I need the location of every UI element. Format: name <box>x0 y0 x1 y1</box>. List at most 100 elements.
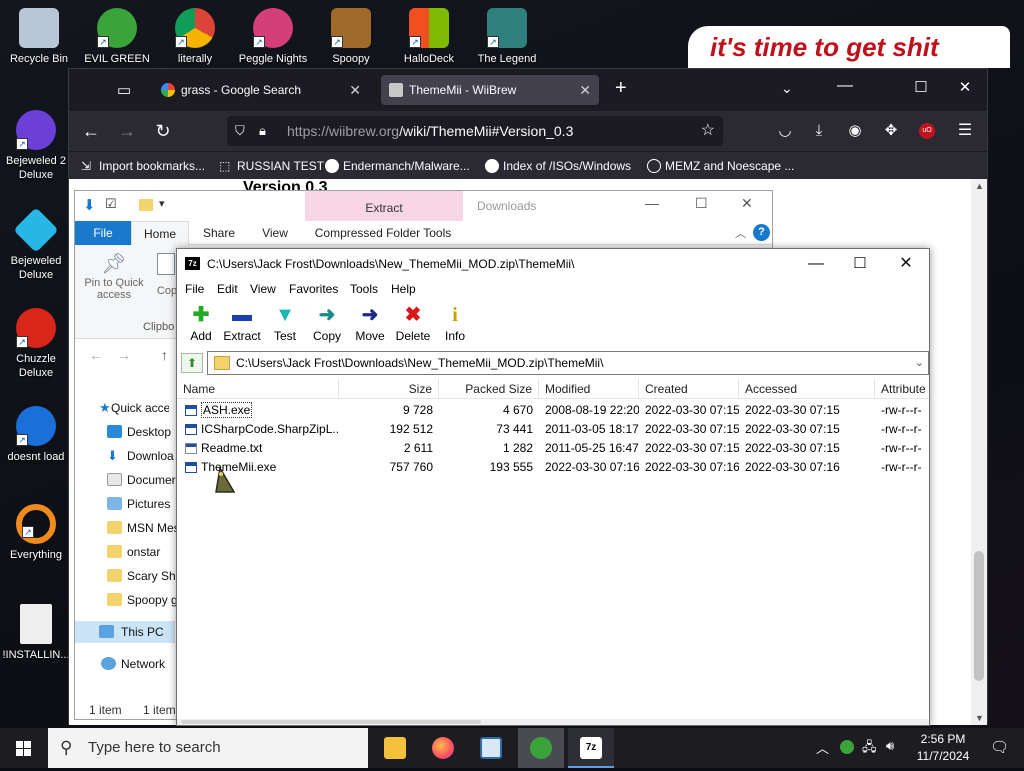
taskbar-search-box[interactable]: ⚲ Type here to search <box>48 728 368 768</box>
ublock-icon[interactable]: uO <box>919 123 935 139</box>
file-row[interactable]: ASH.exe 9 728 4 670 2008-08-19 22:20 202… <box>177 401 929 420</box>
desktop-icon-bejeweled[interactable]: Bejeweled Deluxe <box>2 207 70 282</box>
minimize-icon[interactable]: — <box>825 77 865 95</box>
maximize-icon[interactable]: ☐ <box>695 195 708 212</box>
back-arrow-icon[interactable]: ← <box>77 111 105 151</box>
minimize-icon[interactable]: — <box>793 249 839 279</box>
tab-compressed-folder-tools[interactable]: Compressed Folder Tools <box>309 221 457 245</box>
tab-thememii[interactable]: ThemeMii - WiiBrew ✕ <box>381 75 599 105</box>
desktop-icon-the-legend[interactable]: ↗ The Legend <box>470 8 544 66</box>
down-arrow-icon[interactable]: ⬇ <box>83 196 96 214</box>
delete-button[interactable]: ✖ Delete <box>389 301 437 347</box>
desktop-icon-installing[interactable]: !INSTALLIN... <box>2 604 70 662</box>
bookmark-import[interactable]: ⇲ Import bookmarks... <box>81 152 205 180</box>
context-tab-extract[interactable]: Extract <box>305 191 463 221</box>
extensions-icon[interactable]: ✥ <box>877 111 905 151</box>
up-folder-icon[interactable]: ⬆ <box>181 353 203 373</box>
new-tab-icon[interactable]: + <box>615 77 627 100</box>
close-window-icon[interactable]: ✕ <box>943 78 987 96</box>
menu-hamburger-icon[interactable]: ☰ <box>951 111 979 151</box>
column-attributes[interactable]: Attribute <box>875 379 929 399</box>
desktop-icon-literally[interactable]: ↗ literally <box>158 8 232 66</box>
column-size[interactable]: Size <box>339 379 439 399</box>
menu-edit[interactable]: Edit <box>217 279 238 299</box>
column-name[interactable]: Name <box>177 379 339 399</box>
scrollbar-thumb[interactable] <box>181 720 481 724</box>
tab-file[interactable]: File <box>75 221 131 245</box>
extract-button[interactable]: ▬ Extract <box>217 301 267 347</box>
move-button[interactable]: ➜ Move <box>346 301 394 347</box>
desktop-icon-spoopy[interactable]: ↗ Spoopy <box>314 8 388 66</box>
forward-arrow-icon[interactable]: → <box>117 347 131 363</box>
clock[interactable]: 2:56 PM 11/7/2024 <box>910 731 976 765</box>
tab-share[interactable]: Share <box>193 221 245 245</box>
tab-view[interactable]: View <box>249 221 301 245</box>
menu-help[interactable]: Help <box>391 279 416 299</box>
scroll-down-icon[interactable]: ▼ <box>975 713 984 723</box>
column-accessed[interactable]: Accessed <box>739 379 875 399</box>
collapse-ribbon-icon[interactable]: ︿ <box>735 225 746 241</box>
desktop-icon-recycle-bin[interactable]: Recycle Bin <box>2 8 76 66</box>
copy-button[interactable]: ➜ Copy <box>303 301 351 347</box>
file-row[interactable]: ICSharpCode.SharpZipL... 192 512 73 441 … <box>177 420 929 439</box>
bookmark-isos[interactable]: Index of /ISOs/Windows <box>485 152 631 180</box>
desktop-icon-peggle-nights[interactable]: ↗ Peggle Nights <box>236 8 310 66</box>
taskbar-messenger[interactable] <box>518 728 564 768</box>
horizontal-scrollbar[interactable] <box>177 719 929 725</box>
taskbar-file-explorer[interactable] <box>372 728 418 768</box>
nav-quick-access[interactable]: ★ Quick acce <box>75 397 169 419</box>
volume-icon[interactable]: 🔊︎ <box>886 738 894 754</box>
start-button[interactable] <box>0 728 48 768</box>
url-bar[interactable]: ⛉ 🔒︎ https://wiibrew.org/wiki/ThemeMii#V… <box>227 116 723 146</box>
nav-this-pc[interactable]: This PC <box>75 621 175 643</box>
bookmark-star-icon[interactable]: ☆ <box>701 116 715 146</box>
maximize-icon[interactable]: ☐ <box>901 78 941 96</box>
desktop-icon-bejeweled-2[interactable]: ↗ Bejeweled 2 Deluxe <box>2 110 70 182</box>
maximize-icon[interactable]: ☐ <box>837 249 883 279</box>
lock-icon[interactable]: 🔒︎ <box>259 116 266 146</box>
help-icon[interactable]: ? <box>753 224 770 241</box>
desktop-icon-evil-green[interactable]: ↗ EVIL GREEN <box>80 8 154 66</box>
notifications-icon[interactable]: 🗨︎ <box>990 738 1009 756</box>
taskbar-7zip[interactable]: 7z <box>568 728 614 768</box>
menu-favorites[interactable]: Favorites <box>289 279 338 299</box>
back-arrow-icon[interactable]: ← <box>89 347 103 363</box>
close-icon[interactable]: ✕ <box>883 249 929 279</box>
chevron-down-icon[interactable]: ⌄ <box>915 352 924 374</box>
test-button[interactable]: ▼ Test <box>261 301 309 347</box>
taskbar-notepad[interactable] <box>468 728 514 768</box>
tab-grass-search[interactable]: grass - Google Search ✕ <box>153 75 369 105</box>
downloads-icon[interactable]: ⤓ <box>805 111 833 151</box>
tab-home[interactable]: Home <box>131 221 189 245</box>
network-icon[interactable]: 🖧︎ <box>862 738 877 760</box>
scroll-up-icon[interactable]: ▲ <box>975 181 984 191</box>
close-icon[interactable]: ✕ <box>741 195 753 212</box>
reload-icon[interactable]: ↻ <box>149 111 177 151</box>
up-arrow-icon[interactable]: ↑ <box>161 347 168 363</box>
messenger-tray-icon[interactable] <box>840 740 854 754</box>
column-created[interactable]: Created <box>639 379 739 399</box>
folder-icon[interactable] <box>139 199 153 211</box>
page-scrollbar[interactable]: ▲ ▼ <box>971 179 987 725</box>
close-tab-icon[interactable]: ✕ <box>579 75 591 105</box>
desktop-icon-hallodeck[interactable]: ↗ HalloDeck <box>392 8 466 66</box>
list-tabs-chevron-icon[interactable]: ⌄ <box>781 80 793 97</box>
desktop-icon-chuzzle[interactable]: ↗ Chuzzle Deluxe <box>2 308 70 380</box>
tab-overview-icon[interactable]: ▭ <box>117 81 131 99</box>
forward-arrow-icon[interactable]: → <box>113 111 141 151</box>
account-icon[interactable]: ◉ <box>841 111 869 151</box>
properties-icon[interactable]: ☑ <box>105 196 117 212</box>
menu-file[interactable]: File <box>185 279 204 299</box>
customize-quick-access-icon[interactable]: ▾ <box>159 197 165 210</box>
taskbar-firefox[interactable] <box>420 728 466 768</box>
path-combobox[interactable]: C:\Users\Jack Frost\Downloads\New_ThemeM… <box>207 351 929 375</box>
scrollbar-thumb[interactable] <box>974 551 984 681</box>
desktop-icon-doesnt-load[interactable]: ↗ doesnt load <box>2 406 70 464</box>
bookmark-russian-test[interactable]: ⬚ RUSSIAN TEST <box>219 152 324 180</box>
column-modified[interactable]: Modified <box>539 379 639 399</box>
file-row[interactable]: Readme.txt 2 611 1 282 2011-05-25 16:47 … <box>177 439 929 458</box>
menu-view[interactable]: View <box>250 279 276 299</box>
pin-quick-access-button[interactable]: 📌︎ Pin to Quick access <box>83 251 145 301</box>
bookmark-memz[interactable]: MEMZ and Noescape ... <box>647 152 794 180</box>
desktop-icon-everything[interactable]: ↗ Everything <box>2 504 70 562</box>
